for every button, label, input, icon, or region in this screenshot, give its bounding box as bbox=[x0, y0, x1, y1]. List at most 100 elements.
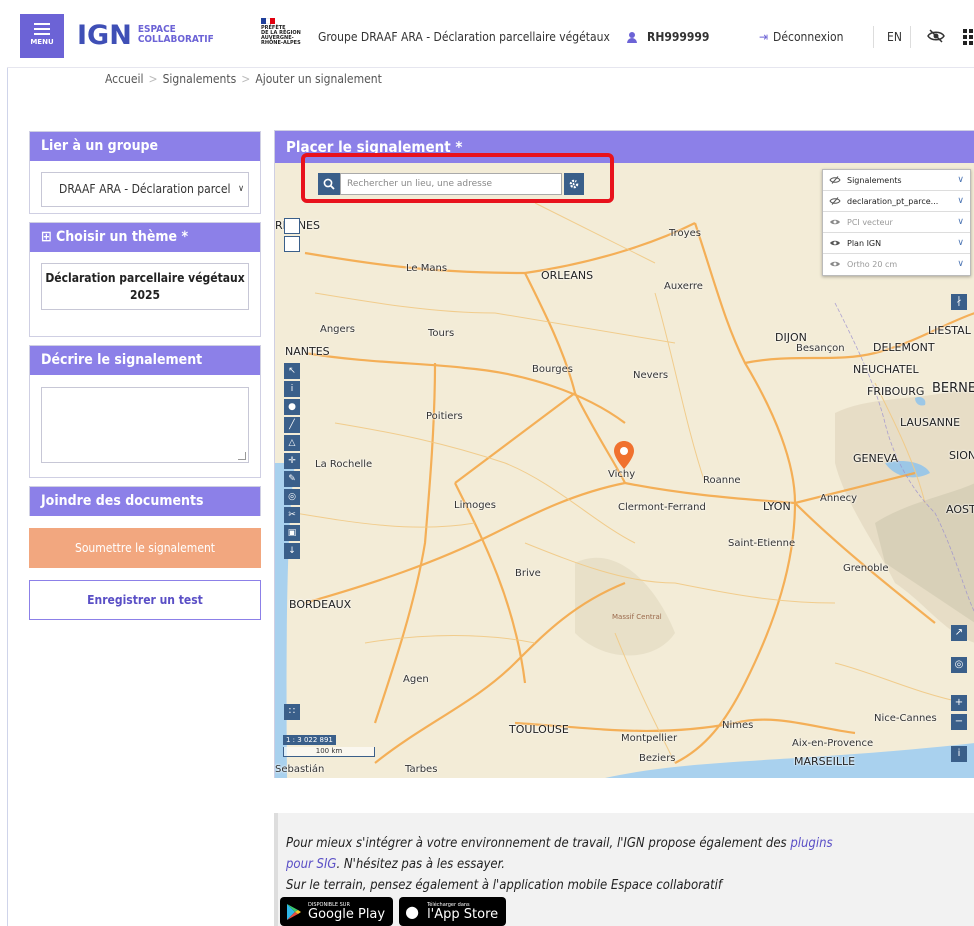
logout-link[interactable]: ⇥ Déconnexion bbox=[759, 30, 844, 44]
map-place-label: LYON bbox=[763, 500, 791, 513]
eye-slash-icon[interactable] bbox=[829, 197, 841, 205]
logo-line-2: COLLABORATIF bbox=[137, 34, 214, 45]
map-marker-icon[interactable] bbox=[614, 441, 634, 469]
save-test-button[interactable]: Enregistrer un test bbox=[29, 580, 261, 620]
map-place-label: Sebastián bbox=[275, 764, 325, 775]
chevron-double-down-icon[interactable]: ∨ bbox=[957, 233, 964, 254]
logout-label: Déconnexion bbox=[773, 30, 844, 44]
breadcrumb-signalements[interactable]: Signalements bbox=[163, 72, 237, 86]
theme-value-line-2: 2025 bbox=[129, 288, 161, 302]
delete-tool-icon[interactable]: ◎ bbox=[284, 489, 300, 505]
map-place-label: AOST bbox=[946, 503, 974, 516]
french-flag-icon bbox=[261, 18, 276, 24]
group-panel-title: Lier à un groupe bbox=[30, 132, 260, 161]
google-play-badge[interactable]: DISPONIBLE SUR Google Play bbox=[280, 897, 394, 926]
fit-extent-icon[interactable] bbox=[284, 218, 300, 234]
map-panel: Placer le signalement * Le Mans ORLEANS … bbox=[274, 130, 974, 778]
layer-name: Ortho 20 cm bbox=[847, 260, 898, 269]
zoom-out-icon[interactable]: − bbox=[951, 714, 967, 730]
theme-title-text: Choisir un thème bbox=[55, 229, 178, 245]
map-place-label: Saint-Etienne bbox=[728, 538, 796, 549]
map-place-label: Tarbes bbox=[405, 764, 438, 775]
map-place-label: Nimes bbox=[722, 720, 754, 731]
map-place-label: Roanne bbox=[703, 475, 741, 486]
layer-row[interactable]: declaration_pt_parce... ∨ bbox=[823, 191, 970, 212]
menu-label: MENU bbox=[30, 38, 54, 46]
scale-bar: 100 km bbox=[283, 747, 375, 757]
info-tool-icon[interactable]: i bbox=[284, 381, 300, 397]
polygon-tool-icon[interactable]: △ bbox=[284, 435, 300, 451]
download-icon[interactable]: ↓ bbox=[284, 543, 300, 559]
breadcrumb-separator: > bbox=[148, 72, 158, 86]
app-store-badge[interactable]: ● Télécharger dans l'App Store bbox=[399, 897, 507, 926]
merge-tool-icon[interactable]: ▣ bbox=[284, 525, 300, 541]
move-tool-icon[interactable]: ✛ bbox=[284, 453, 300, 469]
menu-button[interactable]: MENU bbox=[20, 14, 64, 58]
map-place-label: Beziers bbox=[639, 753, 676, 764]
eye-icon[interactable] bbox=[829, 239, 841, 247]
fullscreen-icon[interactable] bbox=[284, 236, 300, 252]
map-place-label: DELEMONT bbox=[873, 341, 935, 354]
theme-value-line-1: Déclaration parcellaire végétaux bbox=[45, 271, 245, 285]
apple-icon: ● bbox=[405, 902, 420, 921]
eye-slash-icon[interactable] bbox=[927, 28, 945, 44]
promo-line-3: Sur le terrain, pensez également à l'app… bbox=[286, 878, 723, 893]
locate-icon[interactable]: ↗ bbox=[951, 625, 967, 641]
chevron-double-down-icon[interactable]: ∨ bbox=[957, 254, 964, 275]
breadcrumb-current: Ajouter un signalement bbox=[255, 72, 382, 86]
measure-icon[interactable]: ∤ bbox=[951, 294, 967, 310]
layer-row[interactable]: Plan IGN ∨ bbox=[823, 233, 970, 254]
layer-row[interactable]: PCI vecteur ∨ bbox=[823, 212, 970, 233]
graticule-icon[interactable]: ∷ bbox=[284, 704, 300, 720]
prefecture-line: RHÔNE-ALPES bbox=[261, 40, 301, 46]
sign-out-icon: ⇥ bbox=[759, 30, 769, 44]
layer-name: declaration_pt_parce... bbox=[847, 197, 939, 206]
map-place-label: Poitiers bbox=[426, 411, 463, 422]
eye-icon[interactable] bbox=[829, 260, 841, 268]
describe-panel: Décrire le signalement bbox=[29, 345, 261, 478]
map-place-label: Nevers bbox=[633, 370, 669, 381]
required-marker: * bbox=[181, 229, 189, 245]
group-title[interactable]: Groupe DRAAF ARA - Déclaration parcellai… bbox=[318, 30, 610, 44]
chevron-double-down-icon[interactable]: ∨ bbox=[957, 191, 964, 212]
plugins-sig-link[interactable]: pour SIG bbox=[286, 857, 336, 872]
line-tool-icon[interactable]: ╱ bbox=[284, 417, 300, 433]
plugins-link[interactable]: plugins bbox=[790, 836, 832, 851]
divider bbox=[910, 26, 911, 48]
theme-selection[interactable]: Déclaration parcellaire végétaux 2025 bbox=[41, 263, 249, 310]
select-tool-icon[interactable]: ↖ bbox=[284, 363, 300, 379]
documents-panel-title[interactable]: Joindre des documents bbox=[30, 487, 260, 516]
split-tool-icon[interactable]: ✂ bbox=[284, 507, 300, 523]
apps-grid-icon[interactable] bbox=[963, 29, 974, 45]
breadcrumb-separator: > bbox=[241, 72, 251, 86]
resize-grip-icon[interactable] bbox=[238, 452, 246, 460]
breadcrumb-home[interactable]: Accueil bbox=[105, 72, 144, 86]
store-badges: DISPONIBLE SUR Google Play ● Télécharger … bbox=[280, 897, 507, 926]
ign-logo[interactable]: IGN ESPACE COLLABORATIF bbox=[77, 19, 214, 51]
point-tool-icon[interactable]: ● bbox=[284, 399, 300, 415]
layer-row[interactable]: Ortho 20 cm ∨ bbox=[823, 254, 970, 275]
hamburger-icon bbox=[34, 23, 50, 35]
info-icon[interactable]: i bbox=[951, 746, 967, 762]
chevron-double-down-icon[interactable]: ∨ bbox=[957, 212, 964, 233]
layer-row[interactable]: Signalements ∨ bbox=[823, 170, 970, 191]
zoom-in-icon[interactable]: + bbox=[951, 695, 967, 711]
edit-tool-icon[interactable]: ✎ bbox=[284, 471, 300, 487]
logo-ign-text: IGN bbox=[77, 19, 132, 51]
group-select-value: DRAAF ARA - Déclaration parcel bbox=[59, 182, 231, 196]
map-view[interactable]: RENNES Le Mans ORLEANS Troyes Auxerre An… bbox=[275, 163, 974, 778]
google-play-icon bbox=[287, 903, 301, 920]
submit-button[interactable]: Soumettre le signalement bbox=[29, 528, 261, 568]
map-place-label: Aix-en-Provence bbox=[792, 738, 874, 749]
user-icon bbox=[627, 31, 637, 43]
user-menu[interactable]: RH999999 bbox=[627, 30, 709, 44]
eye-icon[interactable] bbox=[829, 218, 841, 226]
reset-rotation-icon[interactable]: ◎ bbox=[951, 657, 967, 673]
description-textarea[interactable] bbox=[41, 387, 249, 463]
eye-slash-icon[interactable] bbox=[829, 176, 841, 184]
map-place-label: Grenoble bbox=[843, 563, 889, 574]
group-select[interactable]: DRAAF ARA - Déclaration parcel ∨ bbox=[41, 172, 249, 207]
language-switch[interactable]: EN bbox=[887, 30, 902, 44]
layer-name: Plan IGN bbox=[847, 239, 882, 248]
chevron-double-down-icon[interactable]: ∨ bbox=[957, 170, 964, 191]
